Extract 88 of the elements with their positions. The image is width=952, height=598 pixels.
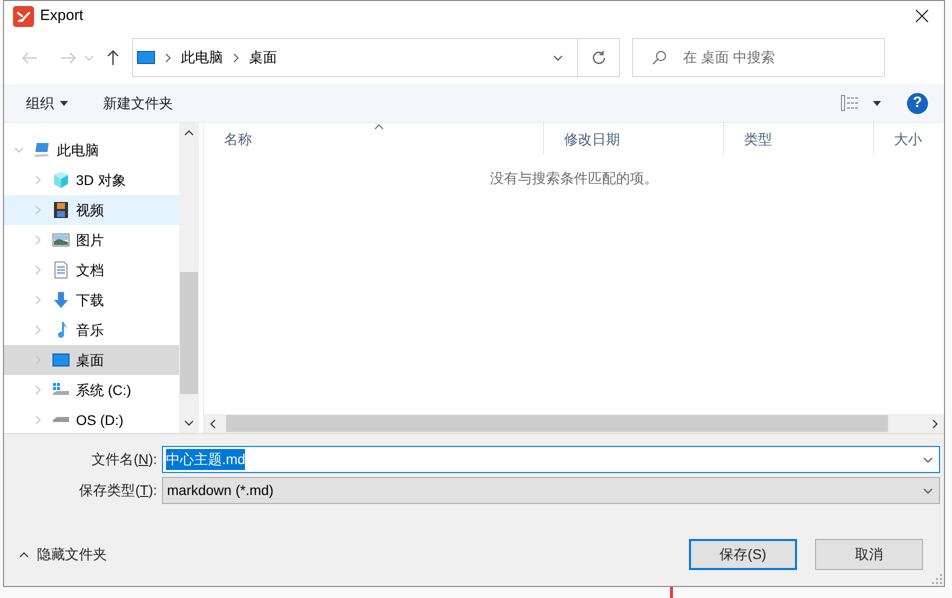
column-header[interactable]: 修改日期 bbox=[544, 123, 724, 155]
collapsed-chevron-icon bbox=[33, 265, 43, 275]
tree-item[interactable]: 此电脑 bbox=[4, 135, 179, 165]
collapsed-chevron-icon bbox=[33, 175, 43, 185]
filename-field[interactable]: 中心主题.md bbox=[162, 446, 940, 473]
tree-item[interactable]: 文档 bbox=[4, 255, 179, 285]
scroll-up-icon bbox=[184, 128, 194, 138]
computer-icon bbox=[33, 141, 51, 159]
tree-item-label: 视频 bbox=[76, 200, 104, 220]
tree-item[interactable]: 音乐 bbox=[4, 315, 179, 345]
horizontal-scrollbar[interactable] bbox=[204, 414, 944, 433]
column-header[interactable]: 类型 bbox=[724, 123, 874, 155]
up-arrow-icon bbox=[107, 50, 119, 66]
tree-item[interactable]: OS (D:) bbox=[4, 405, 179, 433]
expanded-chevron-icon bbox=[14, 145, 24, 155]
scrollbar-thumb[interactable] bbox=[226, 415, 888, 432]
right-arrow-icon bbox=[60, 52, 76, 64]
tree-item[interactable]: 视频 bbox=[4, 195, 179, 225]
collapsed-chevron-icon bbox=[33, 385, 43, 395]
details-view-icon bbox=[841, 95, 859, 111]
drive-icon bbox=[52, 417, 70, 423]
empty-list-message: 没有与搜索条件匹配的项。 bbox=[490, 169, 658, 188]
tree-item-label: OS (D:) bbox=[76, 410, 124, 430]
scroll-down-icon bbox=[184, 418, 194, 428]
search-input[interactable]: 在 桌面 中搜索 bbox=[683, 47, 863, 68]
scrollbar-thumb[interactable] bbox=[180, 272, 198, 394]
new-folder-button[interactable]: 新建文件夹 bbox=[103, 92, 173, 114]
sort-ascending-icon bbox=[374, 124, 384, 130]
app-logo-icon bbox=[13, 6, 34, 26]
collapsed-chevron-icon bbox=[33, 325, 43, 335]
dialog-button[interactable]: 取消 bbox=[815, 539, 923, 570]
refresh-icon bbox=[592, 50, 606, 64]
column-header[interactable]: 大小 bbox=[874, 123, 944, 155]
tree-item-label: 下载 bbox=[76, 290, 104, 310]
dropdown-chevron-icon bbox=[553, 52, 563, 62]
caret-icon bbox=[84, 52, 94, 62]
filename-label: 文件名(N): bbox=[90, 450, 157, 469]
tree-item[interactable]: 下载 bbox=[4, 285, 179, 315]
scrollbar[interactable] bbox=[179, 123, 199, 433]
collapsed-chevron-icon bbox=[33, 415, 43, 425]
collapsed-chevron-icon bbox=[33, 205, 43, 215]
tree-item-label: 音乐 bbox=[76, 320, 104, 340]
address-bar[interactable]: 此电脑 桌面 bbox=[132, 38, 620, 77]
dropdown-chevron-icon bbox=[923, 486, 933, 496]
collapse-chevron-icon bbox=[19, 550, 29, 560]
monitor-icon bbox=[52, 351, 70, 369]
tree-item[interactable]: 图片 bbox=[4, 225, 179, 255]
dialog-button[interactable]: 保存(S) bbox=[689, 539, 797, 570]
hide-folders-button[interactable]: 隐藏文件夹 bbox=[19, 544, 107, 565]
breadcrumb-item[interactable]: 桌面 bbox=[249, 47, 277, 68]
tree-item-label: 图片 bbox=[76, 230, 104, 250]
close-icon bbox=[915, 9, 929, 23]
file-type-label: 保存类型(T): bbox=[78, 481, 157, 500]
search-field[interactable]: 在 桌面 中搜索 bbox=[632, 38, 885, 77]
resize-grip-icon bbox=[932, 574, 942, 584]
picture-icon bbox=[52, 231, 70, 249]
window-title: Export bbox=[40, 6, 84, 26]
monitor-icon bbox=[137, 50, 155, 64]
filename-value: 中心主题.md bbox=[166, 449, 246, 470]
dropdown-chevron-icon bbox=[923, 454, 933, 464]
help-button[interactable]: ? bbox=[907, 92, 928, 114]
breadcrumb-chevron-icon bbox=[163, 52, 173, 62]
film-icon bbox=[52, 201, 70, 219]
tree-item-label: 系统 (C:) bbox=[76, 380, 132, 400]
scroll-left-icon bbox=[208, 418, 218, 428]
breadcrumb-item[interactable]: 此电脑 bbox=[181, 47, 223, 68]
breadcrumb-chevron-icon bbox=[231, 52, 241, 62]
tree-item[interactable]: 系统 (C:) bbox=[4, 375, 179, 405]
tree-item[interactable]: 3D 对象 bbox=[4, 165, 179, 195]
caret-icon bbox=[873, 100, 881, 106]
collapsed-chevron-icon bbox=[33, 235, 43, 245]
tree-item[interactable]: 桌面 bbox=[4, 345, 179, 375]
search-icon bbox=[651, 50, 667, 66]
left-arrow-icon bbox=[22, 52, 38, 64]
scroll-right-icon bbox=[930, 418, 940, 428]
down-arrow-icon bbox=[52, 291, 70, 309]
tree-item-label: 文档 bbox=[76, 260, 104, 280]
organize-menu-button[interactable]: 组织 bbox=[26, 92, 68, 114]
collapsed-chevron-icon bbox=[33, 295, 43, 305]
cube-icon bbox=[52, 171, 70, 189]
view-options-button[interactable] bbox=[841, 95, 881, 111]
tree-item-label: 桌面 bbox=[76, 350, 104, 370]
tree-item-label: 此电脑 bbox=[57, 140, 99, 160]
tree-item-label: 3D 对象 bbox=[76, 170, 126, 190]
document-icon bbox=[52, 261, 70, 279]
file-type-dropdown[interactable]: markdown (*.md) bbox=[162, 477, 940, 504]
column-header[interactable]: 名称 bbox=[204, 123, 544, 155]
caret-icon bbox=[60, 100, 68, 106]
